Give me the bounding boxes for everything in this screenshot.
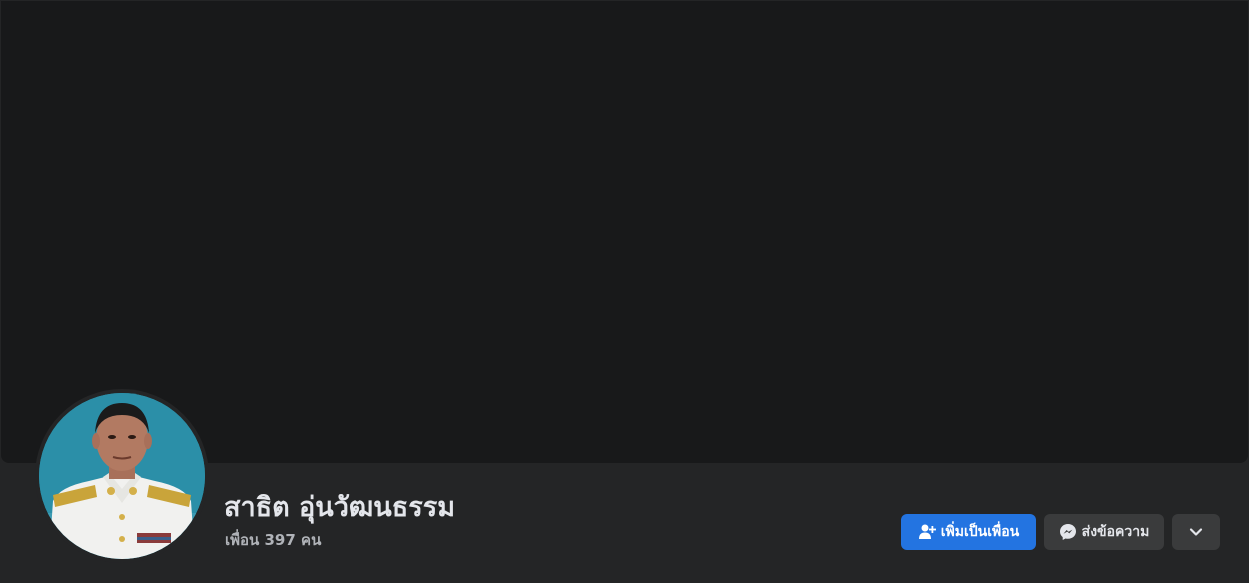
profile-page: สาธิต อุ่นวัฒนธรรม เพื่อน 397 คน เพิ่มเป… xyxy=(0,0,1249,583)
add-friend-icon xyxy=(918,523,936,541)
message-button[interactable]: ส่งข้อความ xyxy=(1044,514,1164,550)
profile-name: สาธิต อุ่นวัฒนธรรม xyxy=(224,492,456,523)
message-label: ส่งข้อความ xyxy=(1081,524,1150,540)
profile-photo-illustration xyxy=(39,393,205,559)
chevron-down-icon xyxy=(1187,523,1205,541)
more-options-button[interactable] xyxy=(1172,514,1220,550)
cover-photo[interactable] xyxy=(1,1,1248,463)
messenger-icon xyxy=(1059,523,1077,541)
add-friend-button[interactable]: เพิ่มเป็นเพื่อน xyxy=(901,514,1036,550)
profile-picture-frame xyxy=(35,389,209,563)
profile-picture[interactable] xyxy=(39,393,205,559)
add-friend-label: เพิ่มเป็นเพื่อน xyxy=(940,524,1020,540)
friends-count[interactable]: เพื่อน 397 คน xyxy=(225,529,321,551)
